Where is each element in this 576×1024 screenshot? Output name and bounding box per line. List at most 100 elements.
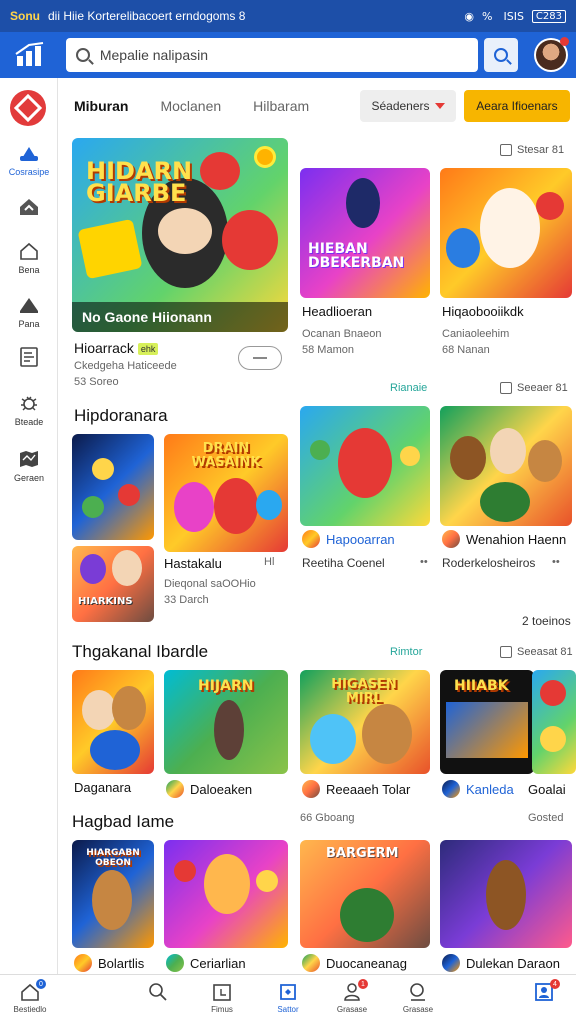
sidebar-item-home[interactable] xyxy=(0,196,58,246)
game-card-thumb[interactable]: HIJARN xyxy=(164,670,288,774)
count-label: 2 toeinos xyxy=(522,614,571,628)
nav-item-search[interactable] xyxy=(130,981,186,1005)
sidebar-item-label: Pana xyxy=(18,319,40,329)
card-title: Daloeaken xyxy=(190,782,253,797)
more-dots[interactable]: •• xyxy=(420,556,428,568)
character xyxy=(112,686,146,730)
nav-item-search-alt[interactable]: Grasase xyxy=(390,981,446,1014)
hero-caption: No Gaone Hiionann xyxy=(72,302,288,332)
search-icon xyxy=(494,48,509,62)
filter-checkbox[interactable]: Stesar 81 xyxy=(500,144,564,156)
card-title: Wenahion Haenn xyxy=(466,532,567,547)
game-card-thumb[interactable] xyxy=(164,840,288,948)
checkbox-icon xyxy=(500,144,512,156)
status-icons: ◉ % ISIS C283 xyxy=(464,9,566,23)
status-text: dii Hiie Korterelibacoert erndogoms 8 xyxy=(48,9,246,23)
search-button[interactable] xyxy=(484,38,519,72)
game-card-thumb[interactable]: BARGERM xyxy=(300,840,430,948)
publisher-avatar xyxy=(442,530,460,548)
nav-badge: 4 xyxy=(550,979,560,989)
nav-item-fimus[interactable]: Fimus xyxy=(194,981,250,1014)
card-sub2: 58 Mamon xyxy=(302,344,354,356)
character xyxy=(90,730,140,770)
publisher-avatar xyxy=(302,530,320,548)
token xyxy=(400,446,420,466)
sidebar-item-document[interactable] xyxy=(0,346,58,396)
game-card-thumb[interactable] xyxy=(440,406,572,526)
token xyxy=(540,680,566,706)
character xyxy=(82,690,116,730)
card-sub1: Reetiha Coenel xyxy=(302,556,385,570)
character xyxy=(528,440,562,482)
brand-icon[interactable] xyxy=(10,90,46,126)
nav-item-home[interactable]: 0 Bestiedlo xyxy=(2,979,58,1014)
signal-icon: % ISIS xyxy=(482,9,524,23)
game-card-thumb[interactable] xyxy=(440,168,572,298)
app-logo-icon[interactable] xyxy=(8,37,52,73)
character xyxy=(490,428,526,474)
add-button[interactable]: Aeara Ifioenars xyxy=(464,90,570,122)
game-card-thumb[interactable]: HIEBAN DBEKERBAN xyxy=(300,168,430,298)
game-card-thumb[interactable] xyxy=(72,434,154,540)
sidebar-item-bteade[interactable]: Bteade xyxy=(0,392,58,442)
character xyxy=(80,554,106,584)
publisher-avatar xyxy=(166,954,184,972)
tab-moclanen[interactable]: Moclanen xyxy=(160,98,221,114)
calendar-icon xyxy=(211,981,233,1003)
main-content: Miburan Moclanen Hilbaram Séadeners Aear… xyxy=(58,78,576,974)
checkbox-label: Stesar 81 xyxy=(517,144,565,156)
filter-checkbox[interactable]: Seeasat 81 xyxy=(500,646,573,658)
house-outline-icon xyxy=(18,240,40,262)
filter-checkbox[interactable]: Seeaer 81 xyxy=(500,382,568,394)
section-title: Thgakanal Ibardle xyxy=(72,642,209,661)
character xyxy=(450,436,486,480)
game-card-thumb[interactable] xyxy=(300,406,430,526)
character xyxy=(214,478,258,534)
checkbox-label: Seeasat 81 xyxy=(517,646,573,658)
nav-item-sattor[interactable]: Sattor xyxy=(260,981,316,1014)
hero-sub1: Ckedgeha Haticeede xyxy=(74,360,177,372)
hero-game-card[interactable]: HIDARN GIARBE No Gaone Hiionann xyxy=(72,138,288,332)
sort-dropdown[interactable]: Séadeners xyxy=(360,90,456,122)
sidebar-item-pana[interactable]: Pana xyxy=(0,294,58,344)
card-title: Daganara xyxy=(74,780,132,795)
token xyxy=(92,458,114,480)
card-title: Hastakalu xyxy=(164,556,222,571)
game-card-thumb[interactable]: HIGASEN MIRL xyxy=(300,670,430,774)
tab-miburan[interactable]: Miburan xyxy=(74,98,128,114)
yellow-block xyxy=(77,218,143,280)
sidebar-item-geraen[interactable]: Geraen xyxy=(0,448,58,498)
card-title: Duocaneanag xyxy=(326,956,407,971)
sidebar-item-cosrasipe[interactable]: Cosrasipe xyxy=(0,142,58,192)
section-sub: 66 Gboang xyxy=(300,812,355,824)
see-all-link[interactable]: Rimtor xyxy=(390,646,422,658)
card-sub2: 33 Darch xyxy=(164,594,209,606)
sidebar: Cosrasipe Bena Pana Bteade Geraen xyxy=(0,78,58,974)
game-card-thumb[interactable]: DRAIN WASAINK xyxy=(164,434,288,552)
nav-item-profile[interactable]: 4 xyxy=(516,979,572,1005)
card-sub1: Ocanan Bnaeon xyxy=(302,328,382,340)
card-art-title: DRAIN WASAINK xyxy=(191,441,261,470)
character xyxy=(480,188,540,268)
game-card-thumb[interactable] xyxy=(440,840,572,948)
token xyxy=(540,726,566,752)
controller-icon xyxy=(18,142,40,164)
see-all-link[interactable]: Rianaie xyxy=(390,382,427,394)
sidebar-item-label: Cosrasipe xyxy=(8,167,50,177)
game-card-thumb[interactable]: HIARKINS xyxy=(72,546,154,622)
more-dots[interactable]: •• xyxy=(552,556,560,568)
tab-hilbaram[interactable]: Hilbaram xyxy=(253,98,309,114)
search-input[interactable]: Mepalie nalipasin xyxy=(65,38,479,72)
nav-item-notifications[interactable]: 1 Grasase xyxy=(324,979,380,1014)
card-art-title: HIARKINS xyxy=(78,596,133,607)
nav-label: Grasase xyxy=(336,1005,368,1014)
character xyxy=(486,860,526,930)
game-card-thumb[interactable] xyxy=(72,670,154,774)
sidebar-item-bena[interactable]: Bena xyxy=(0,240,58,290)
game-card-thumb[interactable]: HIARGABN OBEON xyxy=(72,840,154,948)
publisher-avatar xyxy=(74,954,92,972)
game-card-thumb[interactable] xyxy=(532,670,576,774)
more-options-button[interactable] xyxy=(238,346,282,370)
game-card-thumb[interactable]: HIIABK xyxy=(440,670,534,774)
avatar[interactable] xyxy=(534,37,569,72)
